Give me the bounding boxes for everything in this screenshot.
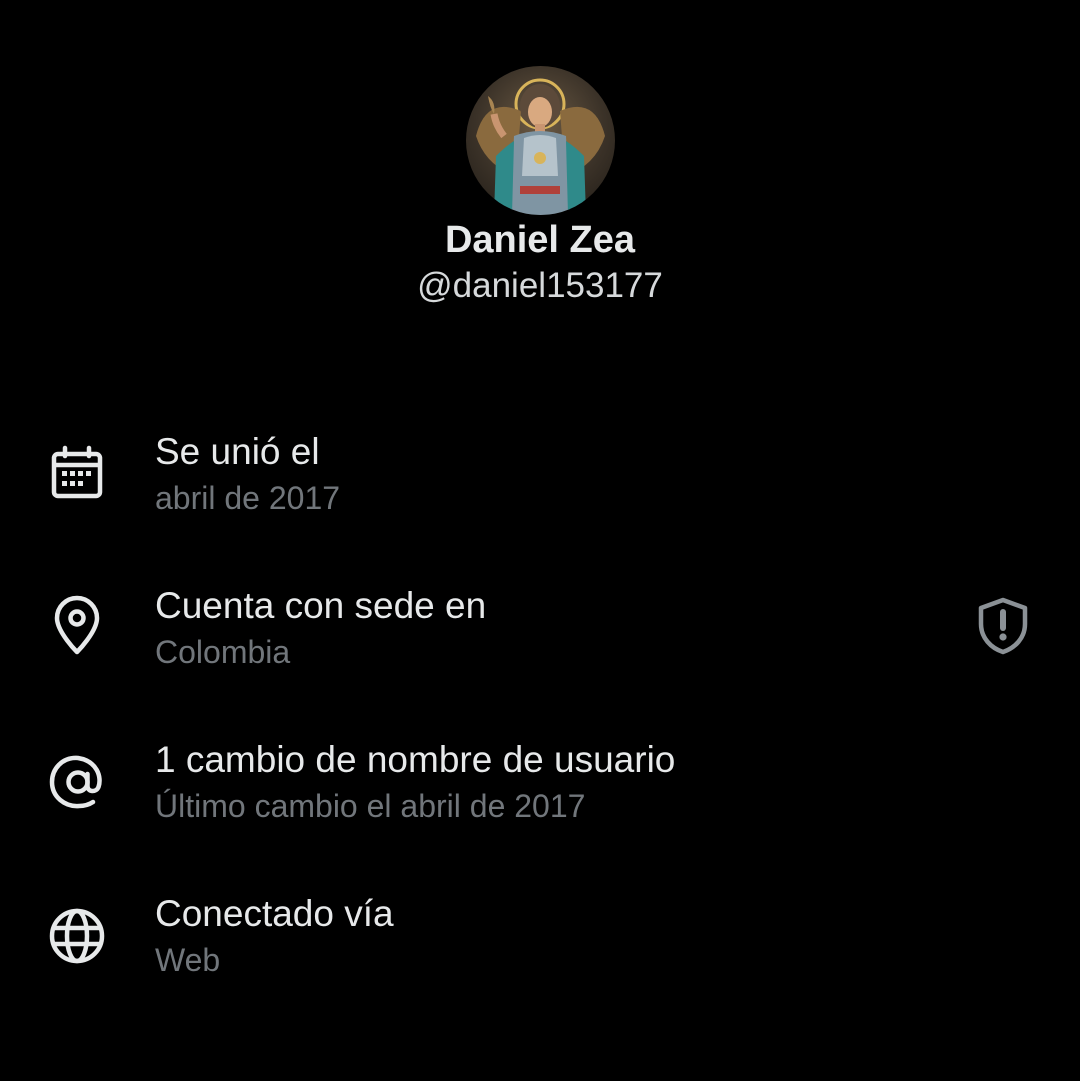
about-item-title: Cuenta con sede en (155, 585, 487, 626)
about-item-connected-via: Conectado vía Web (0, 884, 1080, 994)
about-item-subtitle: Último cambio el abril de 2017 (155, 788, 586, 824)
avatar[interactable] (466, 66, 615, 215)
profile-header: Daniel Zea @daniel153177 (0, 0, 1080, 330)
shield-alert-icon[interactable] (973, 596, 1033, 656)
about-item-location: Cuenta con sede en Colombia (0, 576, 1080, 686)
about-item-subtitle: abril de 2017 (155, 480, 341, 516)
about-item-title: Se unió el (155, 431, 320, 472)
display-name: Daniel Zea (444, 219, 636, 261)
avatar-image (476, 78, 605, 215)
user-handle: @daniel153177 (417, 266, 663, 305)
about-item-username-changes: 1 cambio de nombre de usuario Último cam… (0, 730, 1080, 840)
about-item-title: Conectado vía (155, 893, 394, 934)
calendar-icon (47, 444, 107, 504)
about-item-joined: Se unió el abril de 2017 (0, 422, 1080, 532)
about-item-subtitle: Colombia (155, 634, 291, 670)
globe-icon (47, 906, 107, 966)
about-item-title: 1 cambio de nombre de usuario (155, 739, 676, 780)
about-item-subtitle: Web (155, 942, 221, 978)
location-pin-icon (47, 595, 107, 656)
at-sign-icon (47, 752, 107, 812)
